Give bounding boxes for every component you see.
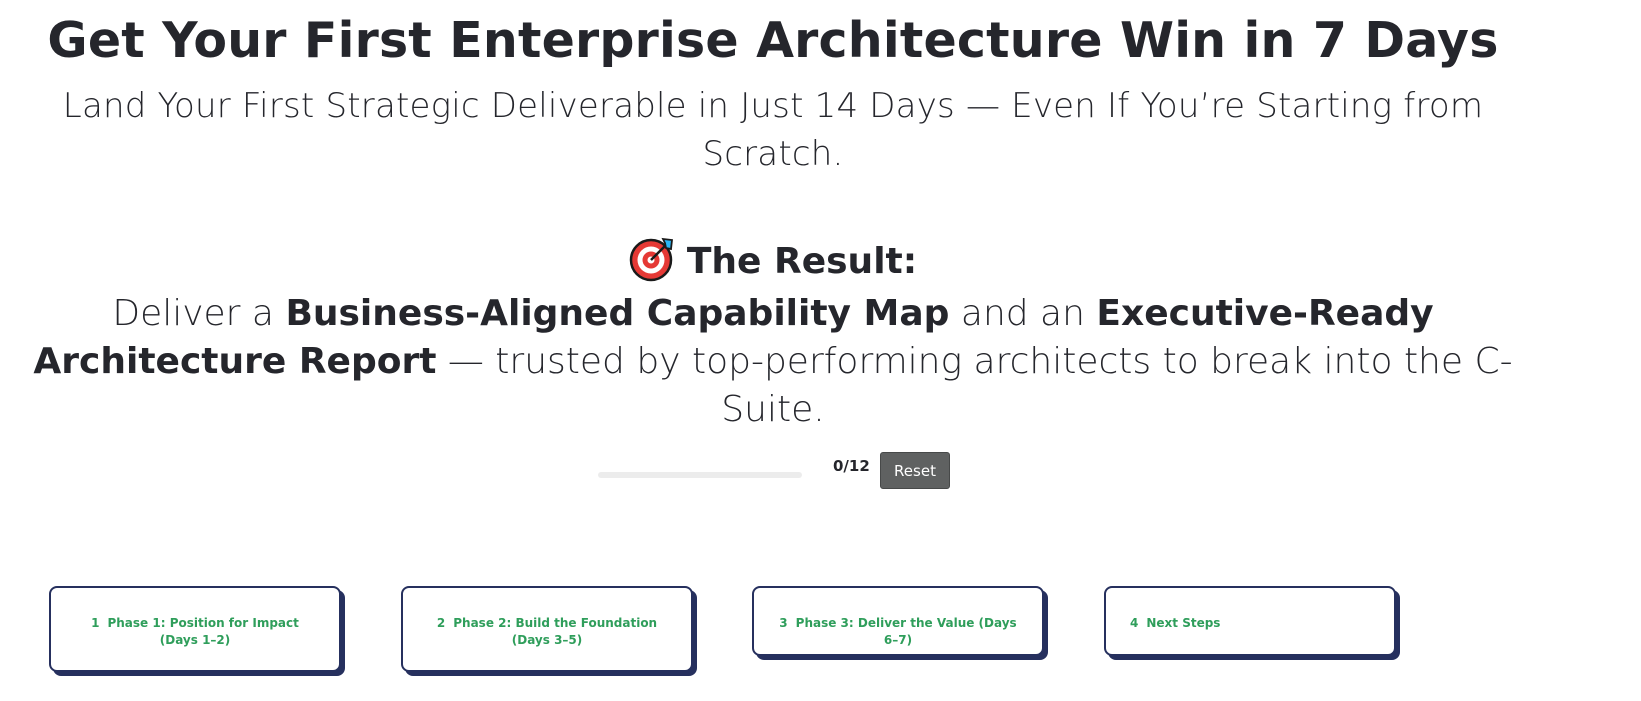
progress-count: 0/12 <box>833 457 870 475</box>
phase-number: 1 <box>91 616 100 630</box>
phase-title: Phase 2: Build the Foundation (Days 3–5) <box>453 616 658 647</box>
result-text-part-1: Deliver a <box>112 293 286 334</box>
capability-map-highlight: Business-Aligned Capability Map <box>285 293 950 334</box>
phase-title: Next Steps <box>1146 616 1221 630</box>
phase-card-label: 1 Phase 1: Position for Impact (Days 1–2) <box>75 615 315 649</box>
page: Get Your First Enterprise Architecture W… <box>0 0 1641 701</box>
phase-card-label: 3 Phase 3: Deliver the Value (Days 6–7) <box>778 615 1018 649</box>
phase-title: Phase 1: Position for Impact (Days 1–2) <box>107 616 299 647</box>
phase-title: Phase 3: Deliver the Value (Days 6–7) <box>795 616 1017 647</box>
phase-number: 3 <box>779 616 788 630</box>
reset-button[interactable]: Reset <box>880 452 950 489</box>
phase-card-2[interactable]: 2 Phase 2: Build the Foundation (Days 3–5… <box>401 586 693 672</box>
target-dart-icon <box>629 237 673 282</box>
phase-card-label: 2 Phase 2: Build the Foundation (Days 3–5… <box>427 615 667 649</box>
phase-number: 4 <box>1130 616 1139 630</box>
progress-bar <box>598 472 802 478</box>
result-heading-text: The Result: <box>686 241 918 282</box>
phase-card-3[interactable]: 3 Phase 3: Deliver the Value (Days 6–7) <box>752 586 1044 656</box>
phase-card-4[interactable]: 4 Next Steps <box>1104 586 1396 656</box>
result-heading: The Result: <box>0 236 1546 287</box>
phase-card-1[interactable]: 1 Phase 1: Position for Impact (Days 1–2) <box>49 586 341 672</box>
result-text-part-3: — trusted by top-performing architects t… <box>436 341 1513 430</box>
result-text-part-2: and an <box>949 293 1097 334</box>
result-description: Deliver a Business-Aligned Capability Ma… <box>0 290 1546 434</box>
phase-card-label: 4 Next Steps <box>1130 615 1370 632</box>
phase-number: 2 <box>436 616 446 630</box>
page-title: Get Your First Enterprise Architecture W… <box>47 12 1499 69</box>
page-subtitle: Land Your First Strategic Deliverable in… <box>62 86 1484 174</box>
